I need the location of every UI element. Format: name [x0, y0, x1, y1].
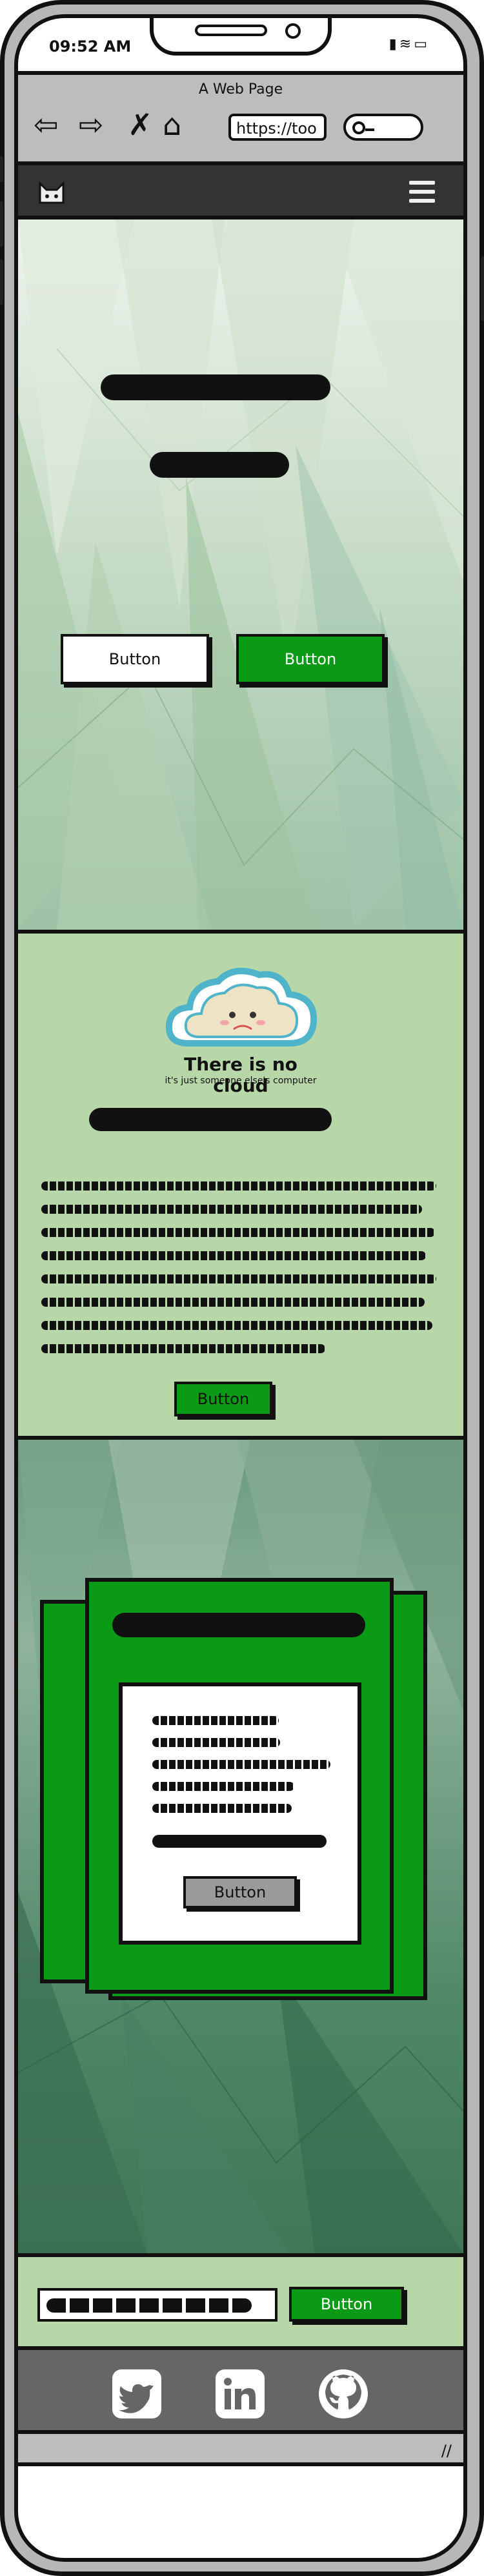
no-cloud-sticker: There is no cloud it's just someone else… [156, 959, 325, 1096]
social-bar [18, 2346, 463, 2434]
hero-secondary-button[interactable]: Button [61, 634, 209, 684]
home-icon[interactable]: ⌂ [163, 108, 181, 141]
browser-title: A Web Page [198, 81, 283, 97]
linkedin-icon[interactable] [216, 2369, 265, 2418]
subscribe-input[interactable] [37, 2288, 277, 2322]
search-icon [352, 121, 374, 134]
front-camera [285, 23, 301, 39]
url-input[interactable]: https://too [228, 114, 327, 141]
site-header [18, 165, 463, 220]
card-heading [112, 1613, 365, 1637]
hero-subheading [150, 452, 289, 478]
signal-icon: ▮ [388, 36, 399, 52]
feature-heading [89, 1108, 332, 1131]
status-time: 09:52 AM [49, 37, 132, 56]
hero-polygon-background [18, 220, 463, 930]
github-icon[interactable] [319, 2369, 368, 2418]
status-icons: ▮≋▭ [389, 36, 430, 52]
hero-section: Button Button [18, 220, 463, 930]
hamburger-menu-icon[interactable] [409, 181, 435, 203]
browser-toolbar: A Web Page ⇦ ⇨ ✗ ⌂ https://too [18, 71, 463, 165]
stop-icon[interactable]: ✗ [128, 108, 153, 141]
cloud-subcaption: it's just someone else's computer [165, 1076, 317, 1086]
cat-logo-icon[interactable] [37, 179, 66, 205]
sad-cloud-icon [165, 968, 318, 1047]
phone-side-button-volume-down [0, 260, 3, 305]
browser-bottom-bar: ∕∕ [18, 2434, 463, 2466]
card-subheading [152, 1835, 327, 1848]
resize-grip-icon[interactable]: ∕∕ [441, 2442, 452, 2460]
card: Button [85, 1578, 394, 1994]
phone-notch [150, 18, 332, 56]
input-scribble [46, 2298, 252, 2313]
subscribe-form: Button [18, 2253, 463, 2346]
card-body: Button [119, 1682, 361, 1945]
back-arrow-icon[interactable]: ⇦ [34, 108, 59, 141]
card-section: Button [18, 1440, 463, 2253]
battery-icon: ▭ [414, 36, 430, 52]
twitter-icon[interactable] [112, 2369, 161, 2418]
phone-side-button-power [481, 256, 484, 321]
browser-search[interactable] [343, 114, 423, 141]
phone-screen: 09:52 AM ▮≋▭ A Web Page ⇦ ⇨ ✗ ⌂ https://… [14, 14, 467, 2562]
hero-heading [101, 374, 330, 400]
phone-side-button-volume-up [0, 201, 3, 247]
cloud-caption: There is no cloud [184, 1054, 297, 1096]
hero-primary-button[interactable]: Button [236, 634, 385, 684]
wifi-icon: ≋ [399, 36, 414, 52]
subscribe-button[interactable]: Button [289, 2287, 404, 2322]
phone-side-button-silent [0, 156, 3, 182]
status-bar: 09:52 AM ▮≋▭ [18, 18, 463, 71]
feature-button[interactable]: Button [174, 1382, 272, 1416]
feature-section: There is no cloud it's just someone else… [18, 930, 463, 1440]
card-button[interactable]: Button [183, 1876, 297, 1908]
forward-arrow-icon[interactable]: ⇨ [79, 108, 104, 141]
speaker-grille [195, 25, 267, 36]
